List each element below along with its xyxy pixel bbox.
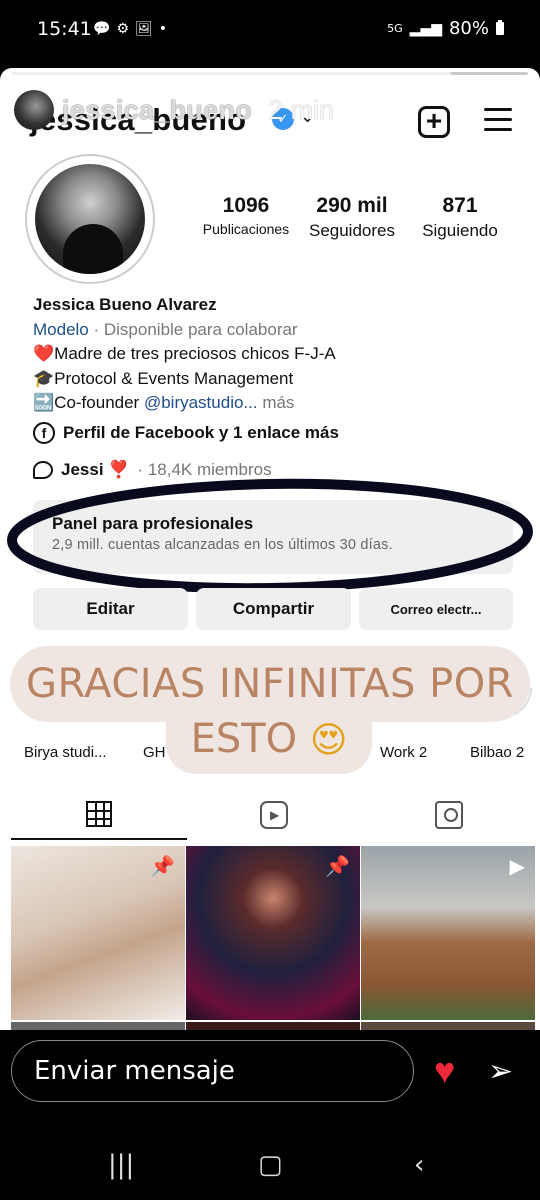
heart-eyes-emoji: 😍 [309, 720, 348, 761]
profile-avatar-ring[interactable] [25, 154, 155, 284]
status-notification-icons: 💬 ⚙ 🖼 • [93, 21, 167, 37]
story-username[interactable]: jessica_bueno [62, 95, 252, 126]
tagged-icon [435, 801, 463, 829]
hamburger-menu-icon[interactable] [484, 108, 512, 132]
panel-subtitle: 2,9 mill. cuentas alcanzadas en los últi… [52, 537, 393, 553]
status-right: 5G ▂▄▆ 80% [387, 18, 504, 39]
send-message-input[interactable]: Enviar mensaje [11, 1040, 414, 1102]
facebook-link-text: Perfil de Facebook y 1 enlace más [63, 423, 339, 442]
story-progress-fill [12, 72, 451, 75]
story-time-ago: 2 min [268, 94, 335, 125]
dot-icon: • [158, 21, 168, 37]
battery-label: 80% [448, 18, 489, 39]
highlight-label[interactable]: Bilbao 2 [470, 744, 524, 761]
facebook-link-row[interactable]: f Perfil de Facebook y 1 enlace más [33, 422, 339, 444]
bio-line-1: ❤️Madre de tres preciosos chicos F-J-A [33, 344, 336, 363]
send-icon[interactable]: ➢ [488, 1054, 513, 1089]
home-icon[interactable]: ▢ [258, 1150, 283, 1180]
settings-icon: ⚙ [116, 21, 129, 37]
profile-tabs [0, 790, 540, 840]
post-thumbnail[interactable]: 📌 [11, 846, 185, 1020]
bio-mention-link[interactable]: @biryastudio... [144, 393, 258, 412]
profile-category-line: Modelo · Disponible para colaborar [33, 318, 513, 343]
professional-dashboard-panel[interactable]: Panel para profesionales 2,9 mill. cuent… [33, 500, 513, 574]
profile-avatar [35, 164, 145, 274]
status-bar: 15:41 💬 ⚙ 🖼 • 5G ▂▄▆ 80% [0, 0, 540, 62]
story-avatar[interactable] [14, 90, 54, 130]
pin-icon: 📌 [150, 856, 175, 878]
broadcast-channel-row[interactable]: Jessi ❣️ · 18,4K miembros [33, 460, 272, 480]
tab-reels[interactable] [186, 790, 362, 840]
bio-line-3: 🔜Co-founder @biryastudio... más [33, 391, 513, 416]
channel-name: Jessi ❣️ [61, 460, 130, 479]
back-icon[interactable]: ‹ [414, 1150, 424, 1180]
bio-line-3-prefix: 🔜Co-founder [33, 393, 144, 412]
tab-tagged[interactable] [361, 790, 537, 840]
share-profile-button[interactable]: Compartir [196, 588, 351, 630]
stat-following-value: 871 [442, 194, 478, 217]
edit-profile-button[interactable]: Editar [33, 588, 188, 630]
stat-posts-label: Publicaciones [202, 221, 290, 237]
post-thumbnail[interactable] [361, 1022, 535, 1030]
threads-icon [33, 461, 53, 479]
story-card[interactable]: jessica_bueno ✓ ⌄ + jessica_bueno 2 min … [0, 68, 540, 1030]
story-header: jessica_bueno 2 min [14, 90, 334, 130]
grid-icon [86, 801, 112, 827]
bio-more-link[interactable]: más [258, 393, 294, 412]
highlight-label[interactable]: GH [143, 744, 166, 761]
network-label: 5G [387, 22, 403, 35]
stat-posts-value: 1096 [222, 194, 270, 217]
post-thumbnail[interactable] [186, 1022, 360, 1030]
stat-followers[interactable]: 290 mil Seguidores [302, 194, 402, 241]
stat-posts[interactable]: 1096 Publicaciones [196, 194, 296, 237]
reels-icon [260, 801, 288, 829]
profile-full-name: Jessica Bueno Alvarez [33, 295, 217, 314]
facebook-icon: f [33, 422, 55, 444]
create-post-button[interactable]: + [418, 106, 450, 138]
post-thumbnail[interactable]: ▶ [361, 846, 535, 1020]
post-thumbnail[interactable] [11, 1022, 185, 1030]
tab-grid[interactable] [11, 790, 187, 840]
highlight-label[interactable]: Birya studi... [24, 744, 107, 761]
pin-icon: 📌 [325, 856, 350, 878]
system-navigation-bar: ||| ▢ ‹ [0, 1130, 540, 1200]
image-icon: 🖼 [135, 21, 153, 37]
stat-following[interactable]: 871 Siguiendo [410, 194, 510, 241]
stat-followers-value: 290 mil [316, 194, 388, 217]
bio-line-2: 🎓Protocol & Events Management [33, 368, 294, 388]
profile-bio: Jessica Bueno Alvarez Modelo · Disponibl… [33, 293, 513, 416]
panel-title: Panel para profesionales [52, 514, 254, 533]
signal-icon: ▂▄▆ [409, 20, 442, 37]
status-time: 15:41 [37, 18, 92, 40]
stat-following-label: Siguiendo [422, 221, 498, 240]
reel-icon: ▶ [509, 856, 525, 878]
battery-icon [496, 20, 504, 35]
highlight-label[interactable]: Work 2 [380, 744, 427, 761]
chat-bubble-icon: 💬 [93, 21, 111, 37]
story-text-word: ESTO [190, 716, 298, 762]
like-heart-icon[interactable]: ♥ [434, 1050, 455, 1092]
story-text-line-2: ESTO 😍 [166, 708, 372, 774]
profile-availability: · Disponible para colaborar [88, 319, 298, 339]
stat-followers-label: Seguidores [308, 221, 395, 240]
profile-category[interactable]: Modelo [33, 320, 89, 339]
email-button[interactable]: Correo electr... [359, 588, 513, 630]
story-progress-bar [12, 72, 528, 75]
channel-members: · 18,4K miembros [137, 460, 272, 479]
post-thumbnail[interactable]: 📌 [186, 846, 360, 1020]
recent-apps-icon[interactable]: ||| [108, 1150, 134, 1180]
